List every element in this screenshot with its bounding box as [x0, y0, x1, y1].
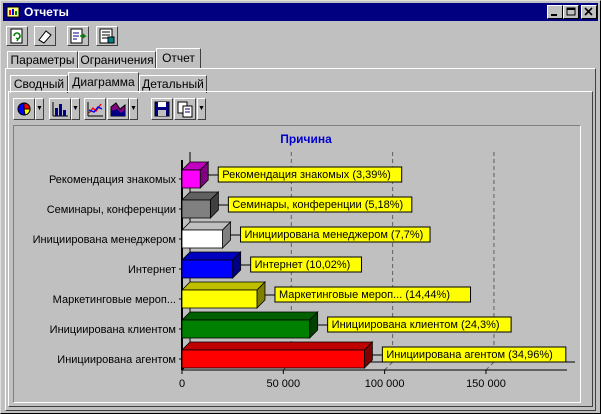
window-title: Отчеты [24, 5, 69, 19]
bar-chart: Причина 0 50 000 100 000 150 000 Рекомендация… [33, 132, 575, 390]
bar-chart-button[interactable] [49, 98, 71, 120]
bar-top-face [181, 311, 319, 321]
close-button[interactable] [581, 5, 597, 19]
minimize-button[interactable] [547, 5, 563, 19]
minimize-icon [551, 14, 557, 16]
line-chart-icon [87, 102, 103, 117]
export-button[interactable] [67, 26, 89, 46]
bar [181, 319, 311, 339]
eraser-icon [38, 30, 52, 44]
x-tick-label: 150 000 [466, 378, 506, 390]
bar-top-face [181, 251, 242, 261]
bar [181, 169, 201, 189]
refresh-icon [10, 28, 23, 44]
grid-line-floor [384, 361, 393, 371]
data-label: Инициирована агентом (34,96%) [386, 349, 552, 361]
x-tick-label: 50 000 [266, 378, 300, 390]
data-label: Маркетинговые мероп... (14,44%) [279, 289, 450, 301]
category-label: Инициирована агентом [57, 354, 176, 366]
bar-top-face [181, 341, 374, 351]
data-label: Инициирована менеджером (7,7%) [245, 229, 424, 241]
category-label: Инициирована клиентом [50, 324, 176, 336]
copy-dropdown[interactable]: ▼ [197, 98, 206, 120]
data-label: Семинары, конференции (5,18%) [232, 199, 403, 211]
category-label: Маркетинговые мероп... [53, 294, 176, 306]
copy-button[interactable] [174, 98, 196, 120]
pie-chart-dropdown[interactable]: ▼ [35, 98, 44, 120]
title-bar[interactable]: Отчеты [3, 3, 598, 21]
area-chart-button[interactable] [107, 98, 129, 120]
reports-window: Отчеты Параметры Ограничения Отчет Сводн… [0, 0, 601, 414]
tab-report[interactable]: Отчет [156, 48, 201, 69]
report-button[interactable] [96, 26, 118, 46]
grid-line-floor [485, 361, 495, 371]
refresh-button[interactable] [6, 26, 28, 46]
close-icon [584, 7, 593, 16]
window-icon [6, 6, 20, 18]
tab-restrictions[interactable]: Ограничения [78, 51, 156, 69]
save-button[interactable] [151, 98, 173, 120]
tab-chart[interactable]: Диаграмма [68, 72, 139, 92]
maximize-button[interactable] [563, 5, 579, 19]
bar-chart-icon [52, 102, 68, 117]
bar [181, 259, 234, 279]
x-tick-label: 100 000 [365, 378, 405, 390]
x-tick-label: 0 [179, 378, 185, 390]
category-label: Рекомендация знакомых [49, 174, 177, 186]
bar-top-face [181, 281, 266, 291]
category-label: Семинары, конференции [47, 204, 176, 216]
data-label: Рекомендация знакомых (3,39%) [222, 169, 391, 181]
report-icon [99, 28, 115, 44]
pie-chart-icon [17, 102, 31, 116]
chart-title: Причина [280, 132, 332, 146]
data-label: Интернет (10,02%) [255, 259, 351, 271]
tab-parameters[interactable]: Параметры [7, 51, 78, 69]
area-chart-icon [110, 102, 126, 117]
data-label: Инициирована клиентом (24,3%) [332, 319, 500, 331]
line-chart-button[interactable] [84, 98, 106, 120]
bar [181, 289, 258, 309]
area-chart-dropdown[interactable]: ▼ [129, 98, 138, 120]
erase-button[interactable] [34, 26, 56, 46]
maximize-icon [566, 7, 576, 16]
bar-chart-dropdown[interactable]: ▼ [71, 98, 80, 120]
chart-area: Причина 0 50 000 100 000 150 000 Рекомендация… [13, 125, 581, 403]
category-label: Инициирована менеджером [33, 234, 176, 246]
export-icon [70, 28, 87, 44]
pie-chart-button[interactable] [13, 98, 35, 120]
bar [181, 199, 211, 219]
category-label: Интернет [128, 264, 176, 276]
bar [181, 349, 365, 369]
bar [181, 229, 223, 249]
copy-icon [177, 101, 193, 118]
save-icon [154, 101, 170, 117]
